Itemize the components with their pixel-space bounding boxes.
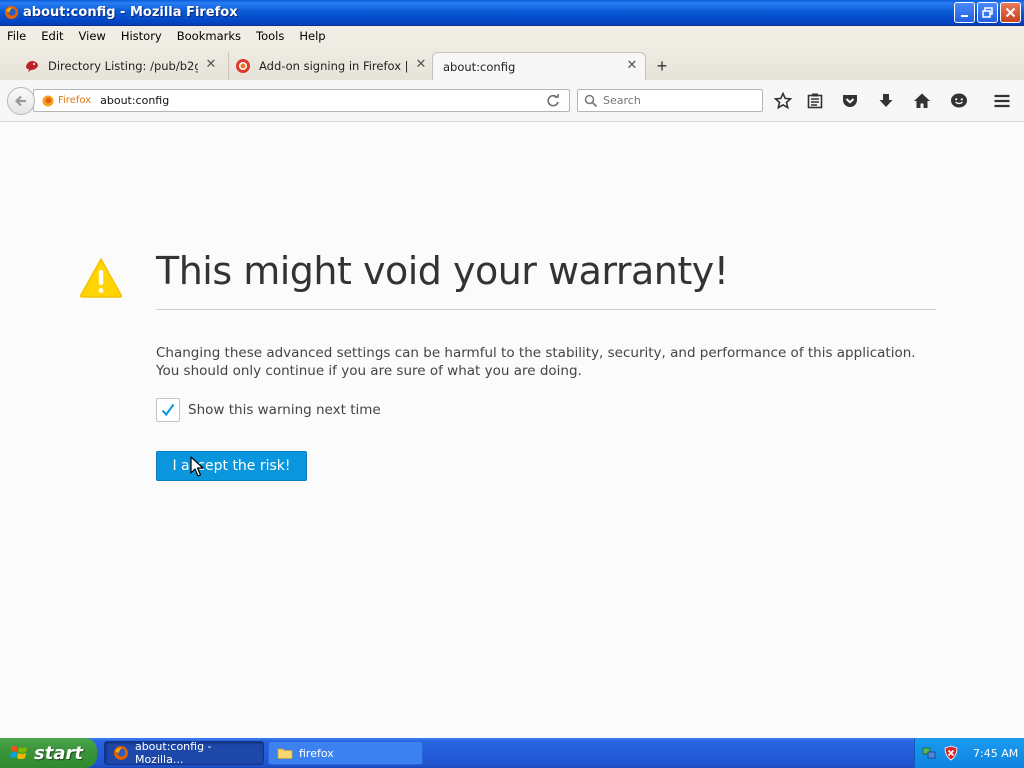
warning-icon	[79, 258, 123, 298]
tab-directory-listing[interactable]: Directory Listing: /pub/b2g/ni... ✕	[18, 52, 224, 80]
firefox-addons-icon	[236, 59, 250, 73]
tab-label: Directory Listing: /pub/b2g/ni...	[48, 59, 198, 73]
identity-box[interactable]: Firefox	[42, 95, 91, 107]
hamburger-menu-button[interactable]	[992, 91, 1012, 111]
show-warning-checkbox[interactable]	[156, 398, 180, 422]
tab-about-config[interactable]: about:config ✕	[432, 52, 646, 80]
system-tray: 7:45 AM	[914, 738, 1024, 768]
url-text[interactable]: about:config	[100, 94, 169, 107]
pocket-icon	[843, 95, 857, 107]
taskbar-item-folder[interactable]: firefox	[268, 741, 423, 765]
clock: 7:45 AM	[973, 746, 1019, 760]
back-arrow-icon	[14, 95, 26, 107]
hello-button[interactable]	[949, 91, 969, 111]
tab-addon-signing[interactable]: Add-on signing in Firefox | Fir... ✕	[228, 52, 434, 80]
url-bar[interactable]: Firefox about:config	[33, 89, 570, 112]
restore-icon	[982, 7, 993, 18]
page-title: This might void your warranty!	[156, 249, 729, 293]
menu-bookmarks[interactable]: Bookmarks	[170, 29, 249, 43]
taskbar-item-label: firefox	[299, 746, 334, 760]
identity-label: Firefox	[58, 95, 92, 106]
windows-flag-icon	[10, 746, 27, 759]
new-tab-button[interactable]: +	[652, 56, 672, 76]
tab-label: about:config	[443, 59, 516, 74]
window-title: about:config - Mozilla Firefox	[23, 5, 238, 20]
menu-edit[interactable]: Edit	[34, 29, 71, 43]
firefox-icon	[42, 95, 54, 106]
minimize-button[interactable]	[954, 2, 975, 23]
checkbox-label[interactable]: Show this warning next time	[188, 402, 381, 418]
bookmarks-menu-icon	[807, 93, 823, 109]
show-warning-option[interactable]: Show this warning next time	[156, 398, 381, 422]
downloads-button[interactable]	[876, 91, 896, 111]
search-icon	[584, 94, 598, 107]
directory-listing-icon	[26, 61, 38, 72]
menu-tools[interactable]: Tools	[249, 29, 292, 43]
bookmark-star-button[interactable]	[773, 91, 793, 111]
menu-view[interactable]: View	[72, 29, 114, 43]
navigation-toolbar: Firefox about:config	[0, 80, 1024, 122]
close-window-button[interactable]	[1000, 2, 1021, 23]
firefox-icon	[113, 746, 128, 760]
minimize-icon	[960, 14, 968, 17]
warning-description: Changing these advanced settings can be …	[156, 345, 916, 379]
bookmarks-menu-button[interactable]	[805, 91, 825, 111]
search-bar[interactable]	[577, 89, 763, 112]
pocket-button[interactable]	[840, 91, 860, 111]
menu-history[interactable]: History	[114, 29, 170, 43]
reload-icon[interactable]	[545, 93, 561, 109]
tab-label: Add-on signing in Firefox | Fir...	[259, 59, 411, 73]
menu-bar: File Edit View History Bookmarks Tools H…	[0, 26, 1024, 46]
accept-risk-button[interactable]: I accept the risk!	[156, 451, 307, 481]
restore-button[interactable]	[977, 2, 998, 23]
star-icon	[774, 92, 792, 110]
page-content: This might void your warranty! Changing …	[0, 123, 1024, 738]
taskbar: start about:config - Mozilla... firefox …	[0, 738, 1024, 768]
start-button[interactable]: start	[0, 738, 97, 768]
divider	[156, 309, 936, 310]
menu-file[interactable]: File	[0, 29, 34, 43]
search-input[interactable]	[603, 94, 753, 107]
folder-icon	[277, 748, 293, 759]
window-titlebar[interactable]: about:config - Mozilla Firefox	[0, 0, 1024, 26]
start-label: start	[34, 742, 83, 764]
tab-strip: Directory Listing: /pub/b2g/ni... ✕ Add-…	[0, 46, 1024, 80]
taskbar-item-firefox[interactable]: about:config - Mozilla...	[104, 740, 264, 766]
tab-close-icon[interactable]: ✕	[625, 59, 639, 73]
mouse-cursor-icon	[190, 456, 204, 477]
firefox-icon	[4, 5, 19, 20]
close-icon	[1005, 7, 1016, 18]
checkmark-icon	[161, 403, 175, 417]
chat-smiley-icon	[951, 93, 967, 108]
hamburger-icon	[994, 94, 1010, 108]
taskbar-item-label: about:config - Mozilla...	[134, 740, 212, 766]
menu-help[interactable]: Help	[292, 29, 333, 43]
network-icon[interactable]	[921, 745, 937, 761]
home-icon	[914, 93, 930, 108]
tab-close-icon[interactable]: ✕	[204, 58, 218, 72]
back-button[interactable]	[7, 87, 35, 115]
download-arrow-icon	[879, 94, 893, 107]
tab-close-icon[interactable]: ✕	[414, 58, 428, 72]
home-button[interactable]	[912, 91, 932, 111]
security-shield-icon[interactable]	[943, 745, 959, 761]
